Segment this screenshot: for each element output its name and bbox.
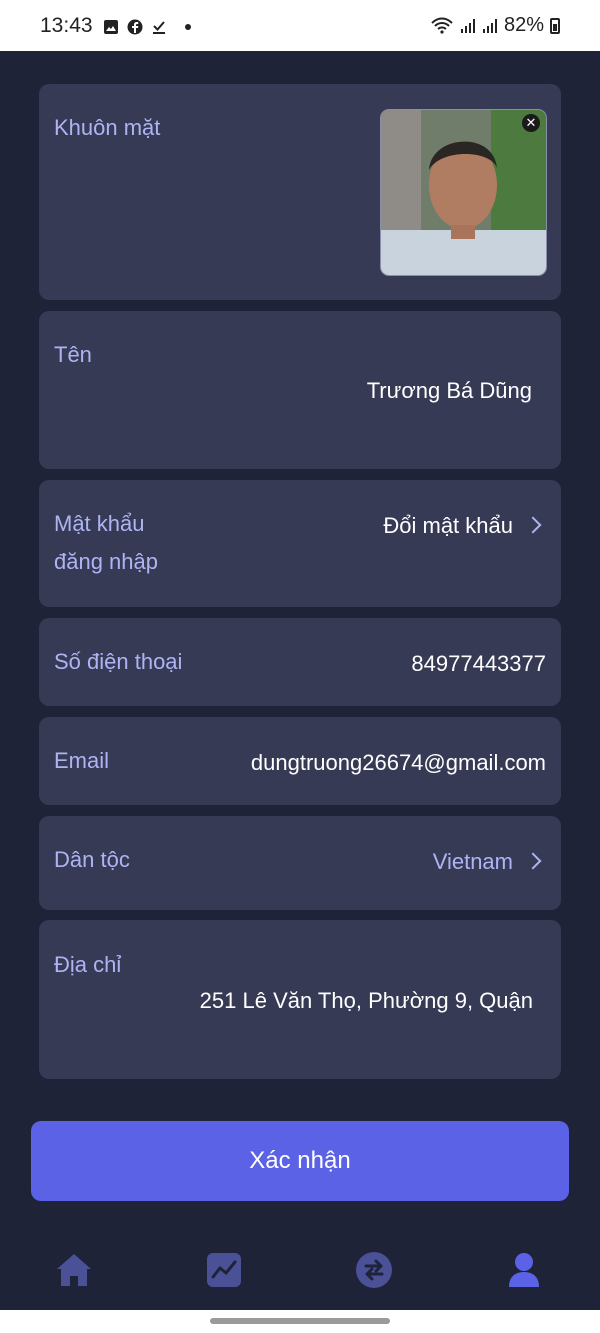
email-card: Email dungtruong26674@gmail.com (39, 717, 561, 805)
exchange-icon (356, 1252, 392, 1288)
email-label: Email (54, 748, 110, 773)
face-photo-image (381, 110, 546, 275)
remove-photo-button[interactable]: ✕ (522, 114, 540, 132)
phone-label: Số điện thoại (54, 649, 183, 674)
wifi-icon (431, 17, 453, 34)
home-indicator-bar (0, 1310, 600, 1333)
chevron-right-icon (524, 516, 542, 534)
face-photo[interactable]: ✕ (381, 110, 546, 275)
email-value[interactable]: dungtruong26674@gmail.com (251, 750, 546, 776)
password-card[interactable]: Mật khẩu đăng nhập Đổi mật khẩu (39, 480, 561, 607)
ethnicity-value: Vietnam (432, 849, 513, 874)
status-time: 13:43 (40, 14, 93, 37)
home-indicator[interactable] (210, 1318, 390, 1324)
nav-home[interactable] (52, 1248, 96, 1292)
change-password-link[interactable]: Đổi mật khẩu (383, 513, 542, 539)
battery-percent: 82% (503, 14, 544, 36)
home-icon (57, 1254, 91, 1286)
nav-chart[interactable] (202, 1248, 246, 1292)
address-label: Địa chỉ (54, 952, 122, 977)
change-password-label: Đổi mật khẩu (383, 513, 513, 538)
face-label: Khuôn mặt (54, 115, 161, 140)
gallery-icon (104, 20, 118, 34)
face-card: Khuôn mặt ✕ (39, 84, 561, 300)
user-icon (509, 1253, 539, 1287)
download-done-icon (153, 21, 165, 34)
chart-icon (207, 1253, 241, 1287)
address-value[interactable]: 251 Lê Văn Thọ, Phường 9, Quận (200, 988, 533, 1014)
name-card: Tên Trương Bá Dũng (39, 311, 561, 469)
phone-card: Số điện thoại 84977443377 (39, 618, 561, 706)
facebook-icon (127, 19, 143, 35)
name-value[interactable]: Trương Bá Dũng (367, 378, 532, 404)
password-label-line1: Mật khẩu (54, 511, 145, 536)
phone-value[interactable]: 84977443377 (411, 651, 546, 677)
nav-profile[interactable] (502, 1248, 546, 1292)
more-notifications-dot (185, 24, 191, 30)
status-bar: 13:43 82% (0, 0, 600, 51)
bottom-nav (0, 1230, 600, 1310)
system-icons: 82% (430, 14, 560, 37)
nav-exchange[interactable] (352, 1248, 396, 1292)
confirm-button[interactable]: Xác nhận (31, 1121, 569, 1201)
password-label-line2: đăng nhập (54, 549, 158, 574)
address-card: Địa chỉ 251 Lê Văn Thọ, Phường 9, Quận (39, 920, 561, 1079)
chevron-right-icon (524, 852, 542, 870)
notification-icons (103, 19, 191, 35)
signal-icon-2 (482, 18, 497, 33)
signal-icon-1 (460, 18, 475, 33)
name-label: Tên (54, 342, 92, 367)
ethnicity-card[interactable]: Dân tộc Vietnam (39, 816, 561, 910)
ethnicity-label: Dân tộc (54, 847, 130, 872)
ethnicity-select[interactable]: Vietnam (432, 849, 542, 875)
battery-icon (550, 17, 560, 34)
